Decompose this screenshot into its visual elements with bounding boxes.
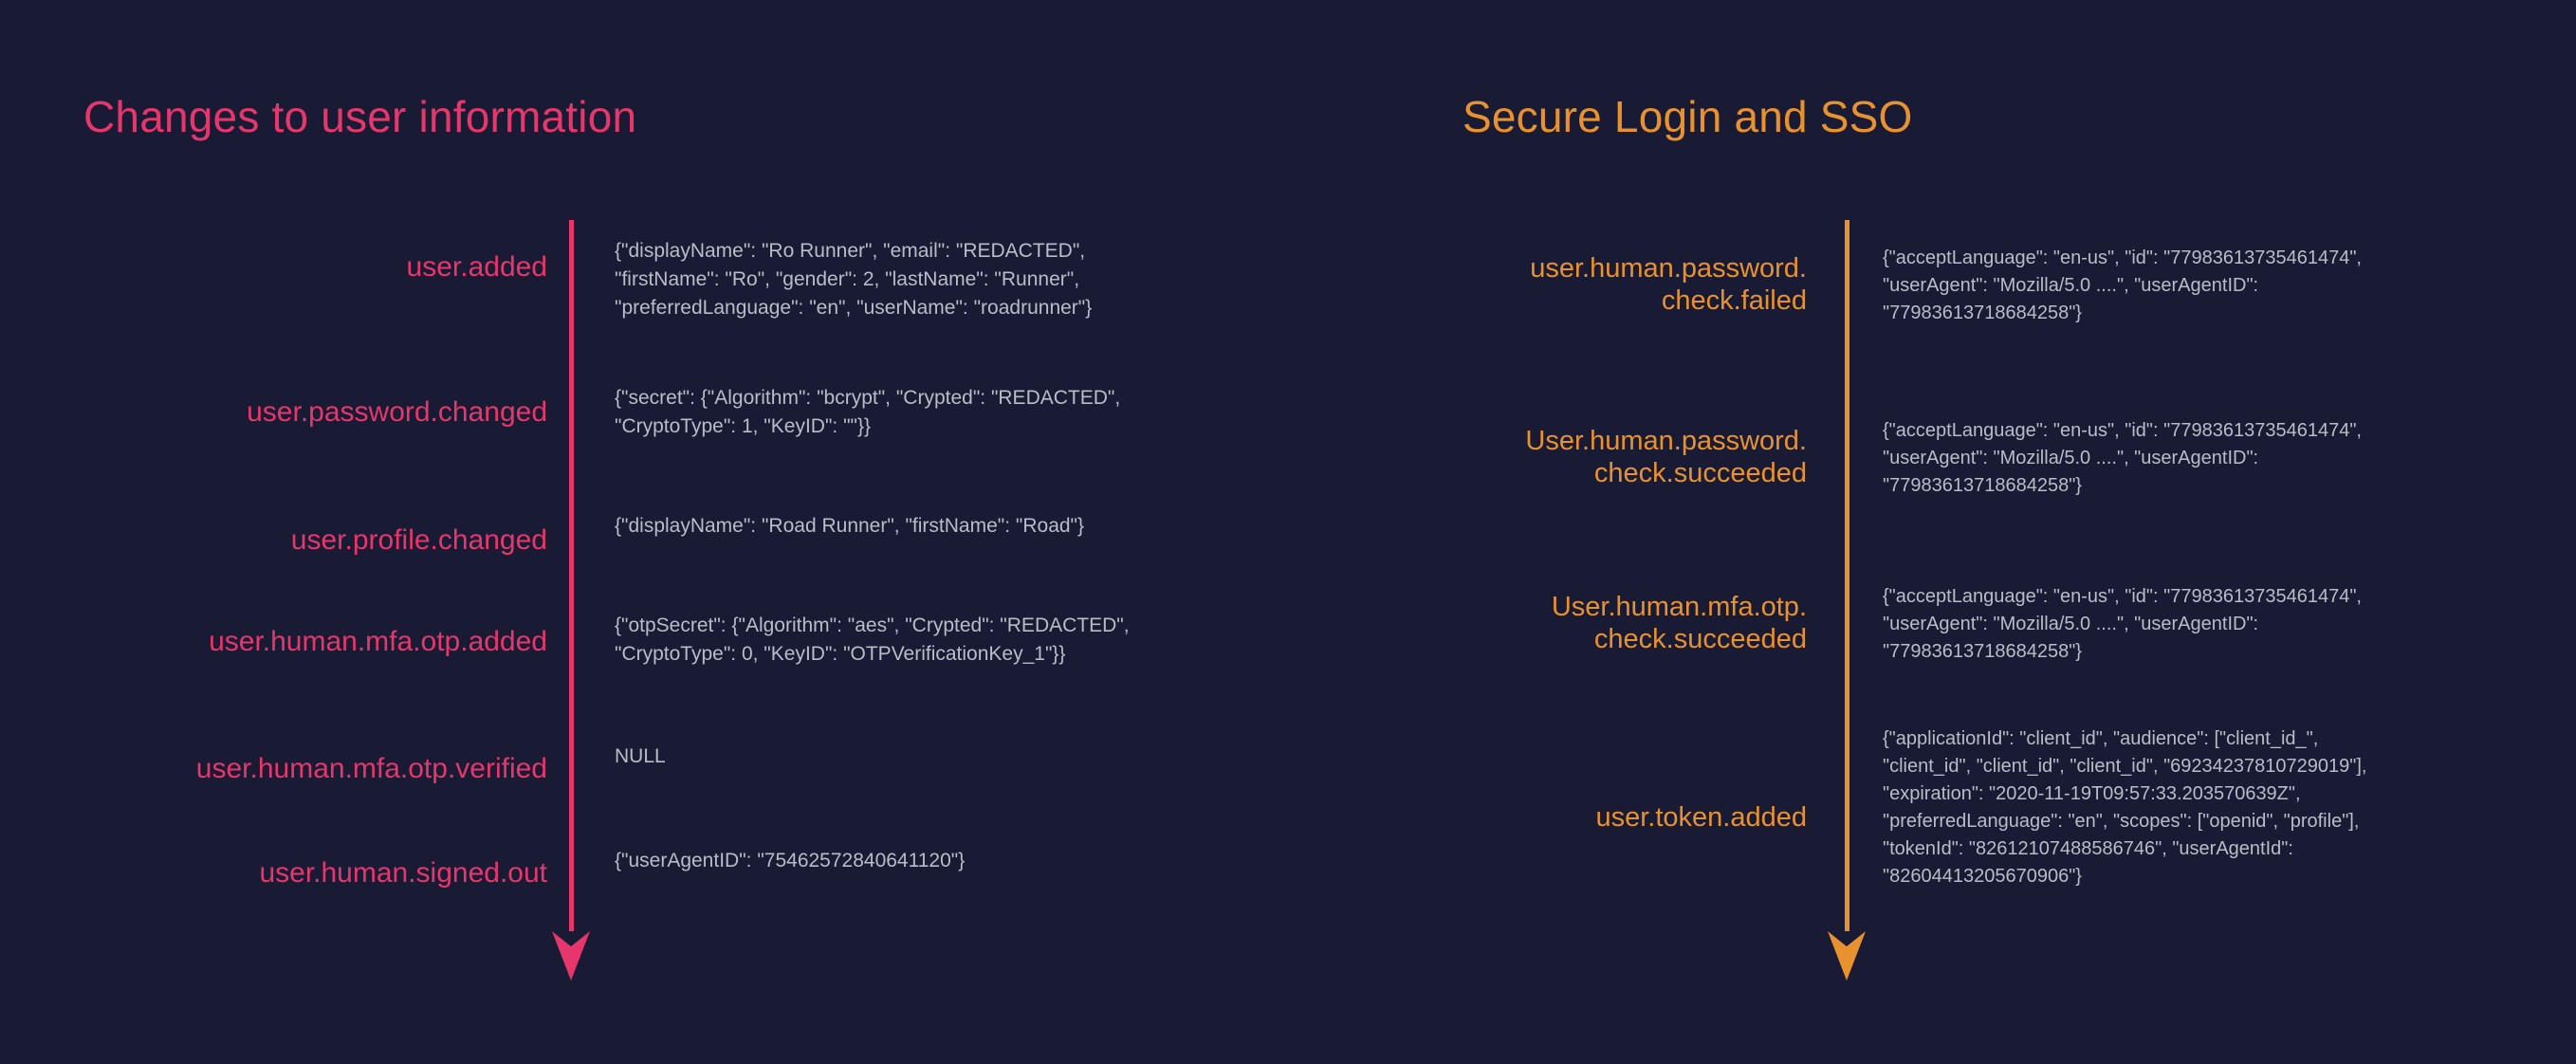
event-label: User.human.mfa.otp. check.succeeded xyxy=(1551,592,1807,655)
event-label: user.password.changed xyxy=(247,396,547,428)
event-label: user.token.added xyxy=(1595,802,1807,833)
event-payload: {"acceptLanguage": "en-us", "id": "77983… xyxy=(1883,586,2362,662)
timeline-axis-right xyxy=(1845,220,1849,931)
event-payload: {"secret": {"Algorithm": "bcrypt", "Cryp… xyxy=(615,387,1121,437)
event-label: User.human.password. check.succeeded xyxy=(1525,426,1807,489)
event-label: user.human.signed.out xyxy=(259,857,547,889)
column-secure-login-sso: Secure Login and SSO user.human.password… xyxy=(1347,0,2576,1064)
event-payload: {"acceptLanguage": "en-us", "id": "77983… xyxy=(1883,420,2362,496)
arrow-down-icon xyxy=(1826,922,1868,981)
event-label: user.human.mfa.otp.verified xyxy=(195,753,547,784)
event-payload: {"acceptLanguage": "en-us", "id": "77983… xyxy=(1883,248,2362,323)
event-label: user.profile.changed xyxy=(290,524,547,556)
event-label: user.human.mfa.otp.added xyxy=(209,626,547,657)
event-label: user.human.password. check.failed xyxy=(1530,253,1807,317)
event-payload: {"otpSecret": {"Algorithm": "aes", "Cryp… xyxy=(615,615,1130,665)
arrow-down-icon xyxy=(550,922,592,981)
column-title-user-information: Changes to user information xyxy=(83,92,637,141)
event-payload: {"userAgentID": "75462572840641120"} xyxy=(615,850,966,871)
event-payload: {"applicationId": "client_id", "audience… xyxy=(1883,728,2367,887)
event-payload: NULL xyxy=(615,745,666,767)
event-label: user.added xyxy=(406,251,547,283)
event-payload: {"displayName": "Ro Runner", "email": "R… xyxy=(615,240,1093,319)
slide-root: Changes to user information user.added {… xyxy=(0,0,2576,1064)
column-user-information: Changes to user information user.added {… xyxy=(0,0,1347,1064)
column-title-secure-login-sso: Secure Login and SSO xyxy=(1463,92,1913,141)
timeline-axis-left xyxy=(569,220,574,931)
event-payload: {"displayName": "Road Runner", "firstNam… xyxy=(615,515,1085,537)
